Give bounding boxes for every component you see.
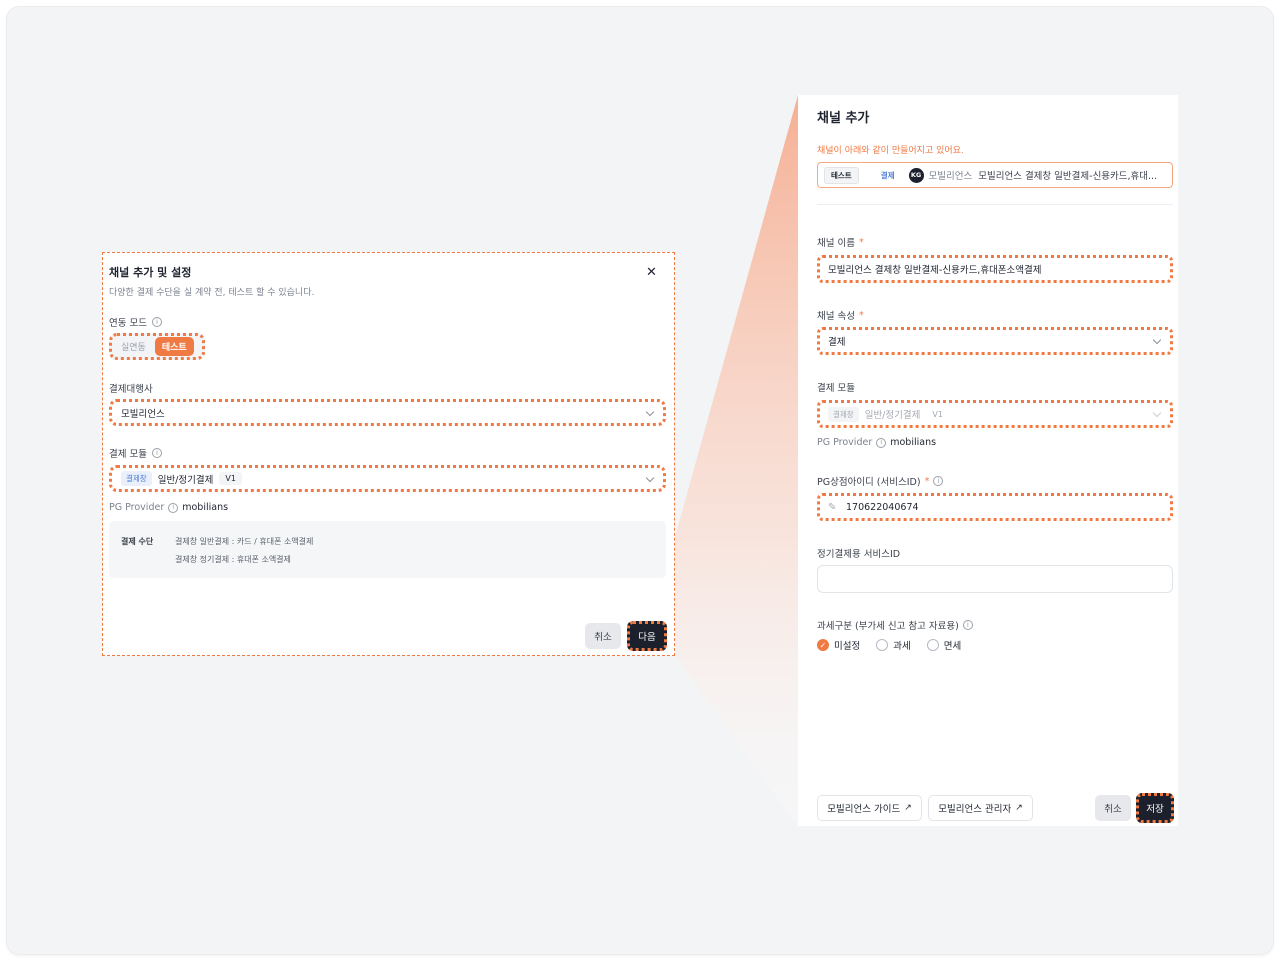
mode-option-live[interactable]: 실연동 bbox=[114, 337, 153, 356]
mid-label-row: PG상점아이디 (서비스ID) * i bbox=[817, 474, 944, 488]
preview-notice: 채널이 아래와 같이 만들어지고 있어요. bbox=[817, 146, 964, 156]
pay-method-box: 결제 수단 결제창 일반결제 : 카드 / 휴대폰 소액결제 결제창 정기결제 … bbox=[109, 521, 666, 578]
channel-name-label: 채널 이름 bbox=[817, 238, 855, 249]
mid-value: 170622040674 bbox=[846, 501, 919, 513]
cancel-button[interactable]: 취소 bbox=[1095, 795, 1131, 821]
pg-provider-label: PG Provider bbox=[109, 502, 165, 513]
module-version-badge: V1 bbox=[219, 472, 242, 485]
mid-label: PG상점아이디 (서비스ID) bbox=[817, 477, 921, 488]
close-icon[interactable]: ✕ bbox=[646, 265, 657, 280]
info-icon[interactable]: i bbox=[151, 448, 162, 458]
channel-name-label-row: 채널 이름 * bbox=[817, 235, 864, 250]
required-mark: * bbox=[858, 309, 864, 321]
mode-label: 연동 모드 bbox=[109, 318, 147, 329]
pg-provider-value: mobilians bbox=[182, 502, 229, 513]
pg-provider-value: mobilians bbox=[890, 437, 937, 448]
module-label: 결제 모듈 bbox=[109, 449, 147, 460]
admin-button[interactable]: 모빌리언스 관리자 ↗ bbox=[928, 795, 1033, 821]
divider bbox=[817, 204, 1173, 205]
kg-logo-icon: KG bbox=[908, 167, 924, 183]
module-label: 결제 모듈 bbox=[817, 383, 855, 394]
chevron-down-icon bbox=[645, 407, 655, 417]
channel-attr-label: 채널 속성 bbox=[817, 311, 855, 322]
module-version-badge: V1 bbox=[926, 407, 949, 421]
info-icon[interactable]: i bbox=[168, 502, 179, 513]
pg-select-value: 모빌리언스 bbox=[121, 408, 165, 420]
channel-name-input[interactable]: 모빌리언스 결제창 일반결제-신용카드,휴대폰소액결제 bbox=[817, 255, 1173, 283]
tax-option-label: 미설정 bbox=[834, 641, 861, 652]
preview-mode-chip: 테스트 bbox=[824, 166, 859, 184]
sub-mid-label: 정기결제용 서비스ID bbox=[817, 549, 901, 560]
save-button[interactable]: 저장 bbox=[1136, 793, 1174, 823]
channel-add-panel: 채널 추가 채널이 아래와 같이 만들어지고 있어요. 테스트 결제 KG 모빌… bbox=[798, 95, 1178, 826]
preview-type-chip: 결제 bbox=[876, 167, 899, 183]
modal-subtitle: 다양한 결제 수단을 실 계약 전, 테스트 할 수 있습니다. bbox=[109, 288, 315, 298]
channel-name-value: 모빌리언스 결제창 일반결제-신용카드,휴대폰소액결제 bbox=[828, 265, 1042, 276]
pencil-icon: ✎ bbox=[828, 501, 837, 513]
tax-radio-taxable[interactable]: 과세 bbox=[876, 638, 911, 652]
radio-icon[interactable] bbox=[926, 639, 939, 651]
module-select-disabled: 결제창 일반/정기결제 V1 bbox=[817, 400, 1173, 428]
module-select[interactable]: 결제창 일반/정기결제 V1 bbox=[109, 465, 666, 492]
chevron-down-icon bbox=[645, 473, 655, 483]
channel-attr-select[interactable]: 결제 bbox=[817, 327, 1173, 355]
channel-add-modal: 채널 추가 및 설정 다양한 결제 수단을 실 계약 전, 테스트 할 수 있습… bbox=[102, 252, 675, 656]
tax-radio-exempt[interactable]: 면세 bbox=[926, 638, 962, 652]
channel-attr-value: 결제 bbox=[828, 337, 846, 348]
pg-select[interactable]: 모빌리언스 bbox=[109, 399, 666, 426]
pay-method-label: 결제 수단 bbox=[121, 537, 154, 546]
info-icon[interactable]: i bbox=[876, 437, 887, 448]
mode-toggle[interactable]: 실연동 테스트 bbox=[109, 333, 205, 360]
radio-checked-icon[interactable]: ✓ bbox=[817, 639, 829, 651]
module-tag: 결제창 bbox=[121, 471, 152, 486]
pay-method-item: 결제창 일반결제 : 카드 / 휴대폰 소액결제 bbox=[175, 537, 314, 546]
radio-icon[interactable] bbox=[876, 639, 889, 651]
pg-provider-row: PG Provider i mobilians bbox=[109, 502, 228, 513]
channel-attr-label-row: 채널 속성 * bbox=[817, 308, 864, 323]
pg-provider-row: PG Provider i mobilians bbox=[817, 437, 936, 448]
required-mark: * bbox=[858, 236, 864, 248]
guide-button-label: 모빌리언스 가이드 bbox=[827, 804, 901, 815]
pg-provider-label: PG Provider bbox=[817, 437, 873, 448]
preview-channel-name: 모빌리언스 결제창 일반결제-신용카드,휴대... bbox=[978, 171, 1158, 182]
cancel-button[interactable]: 취소 bbox=[585, 623, 621, 649]
module-tag: 결제창 bbox=[828, 406, 859, 422]
info-icon[interactable]: i bbox=[962, 620, 973, 630]
module-label-row: 결제 모듈 i bbox=[109, 446, 162, 460]
info-icon[interactable]: i bbox=[151, 317, 162, 327]
preview-pg-name: 모빌리언스 bbox=[928, 171, 973, 182]
module-name: 일반/정기결제 bbox=[864, 410, 921, 421]
chevron-down-icon bbox=[1152, 408, 1162, 418]
canvas: 채널 추가 및 설정 다양한 결제 수단을 실 계약 전, 테스트 할 수 있습… bbox=[7, 7, 1273, 954]
panel-title: 채널 추가 bbox=[817, 111, 870, 126]
chevron-down-icon bbox=[1152, 335, 1162, 345]
tax-label: 과세구분 (부가세 신고 참고 자료용) bbox=[817, 621, 959, 632]
mid-input[interactable]: ✎ 170622040674 bbox=[817, 493, 1173, 521]
tax-option-label: 과세 bbox=[893, 641, 911, 652]
admin-button-label: 모빌리언스 관리자 bbox=[938, 804, 1012, 815]
external-link-icon: ↗ bbox=[1015, 803, 1023, 813]
next-button[interactable]: 다음 bbox=[627, 621, 667, 651]
tax-label-row: 과세구분 (부가세 신고 참고 자료용) i bbox=[817, 618, 973, 632]
external-link-icon: ↗ bbox=[904, 803, 912, 813]
tax-radio-unset[interactable]: ✓ 미설정 bbox=[817, 638, 860, 652]
sub-mid-input[interactable] bbox=[817, 565, 1173, 593]
pg-label: 결제대행사 bbox=[109, 384, 153, 395]
guide-button[interactable]: 모빌리언스 가이드 ↗ bbox=[817, 795, 922, 821]
mode-label-row: 연동 모드 i bbox=[109, 315, 162, 329]
info-icon[interactable]: i bbox=[933, 476, 944, 486]
mode-option-test[interactable]: 테스트 bbox=[154, 337, 194, 356]
tax-option-label: 면세 bbox=[943, 641, 962, 652]
tax-radio-group: ✓ 미설정 과세 면세 bbox=[817, 638, 961, 652]
module-name: 일반/정기결제 bbox=[157, 474, 214, 486]
modal-title: 채널 추가 및 설정 bbox=[109, 266, 192, 279]
required-mark: * bbox=[924, 475, 930, 487]
channel-preview: 테스트 결제 KG 모빌리언스 모빌리언스 결제창 일반결제-신용카드,휴대..… bbox=[817, 162, 1173, 188]
pay-method-item: 결제창 정기결제 : 휴대폰 소액결제 bbox=[175, 555, 291, 564]
